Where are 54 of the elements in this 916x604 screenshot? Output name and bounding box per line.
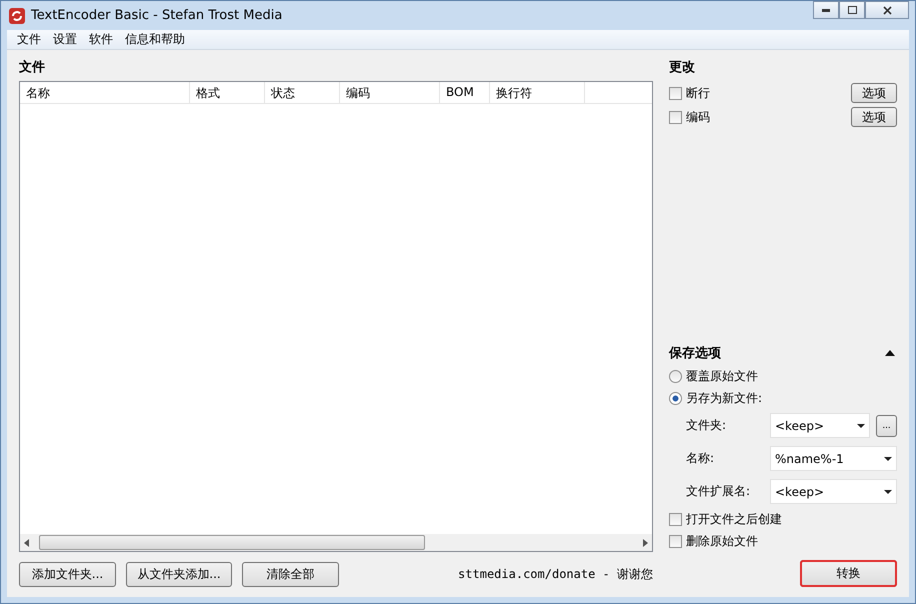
column-header[interactable]: 编码 [340, 82, 440, 103]
checkbox-label: 编码 [686, 108, 710, 126]
section-heading: 更改 [669, 59, 696, 76]
dropdown-caret-icon [884, 456, 892, 460]
action-button[interactable]: 清除全部 [242, 562, 339, 587]
menu-item[interactable]: 信息和帮助 [119, 31, 191, 48]
browse-button[interactable]: ... [876, 414, 897, 436]
checkbox[interactable] [669, 512, 682, 526]
minimize-icon [822, 8, 830, 12]
collapse-arrow-icon[interactable] [885, 350, 895, 356]
dropdown-field[interactable]: %name%-1 [770, 446, 897, 471]
section-heading: 保存选项 [669, 345, 721, 362]
field-label: 名称: [686, 450, 716, 467]
close-button[interactable] [865, 1, 909, 19]
convert-button[interactable]: 转换 [800, 560, 897, 587]
window-title: TextEncoder Basic - Stefan Trost Media [31, 8, 284, 23]
horizontal-scrollbar[interactable] [20, 534, 652, 551]
column-header[interactable]: BOM [440, 82, 490, 103]
column-header[interactable]: 换行符 [490, 82, 585, 103]
options-button[interactable]: 选项 [851, 107, 897, 127]
checkbox-label: 打开文件之后创建 [686, 510, 782, 528]
column-header[interactable]: 名称 [20, 82, 190, 103]
minimize-button[interactable] [813, 1, 839, 19]
checkbox-label: 断行 [686, 84, 710, 102]
checkbox[interactable] [669, 110, 682, 124]
action-button[interactable]: 从文件夹添加... [126, 562, 232, 587]
dropdown-caret-icon [884, 490, 892, 494]
donate-text: sttmedia.com/donate - 谢谢您 [458, 566, 653, 583]
radio-button[interactable] [669, 392, 682, 404]
section-heading: 文件 [19, 58, 46, 76]
maximize-icon [848, 6, 856, 14]
menu-item[interactable]: 文件 [11, 31, 47, 48]
field-label: 文件扩展名: [686, 483, 752, 500]
maximize-button[interactable] [839, 1, 865, 19]
radio-label: 覆盖原始文件 [686, 368, 758, 384]
scroll-right-icon[interactable] [643, 538, 648, 546]
app-logo-icon [9, 8, 25, 24]
field-label: 文件夹: [686, 417, 728, 434]
column-header[interactable]: 状态 [265, 82, 340, 103]
column-header[interactable]: 格式 [190, 82, 265, 103]
dropdown-caret-icon [857, 424, 865, 428]
action-button[interactable]: 添加文件夹... [19, 562, 116, 587]
dropdown-field[interactable]: <keep> [770, 479, 897, 504]
checkbox[interactable] [669, 534, 682, 548]
dropdown-field[interactable]: <keep> [770, 413, 870, 438]
options-button[interactable]: 选项 [851, 83, 897, 103]
close-icon [882, 6, 892, 14]
radio-button[interactable] [669, 370, 682, 382]
radio-label: 另存为新文件: [686, 390, 762, 406]
scroll-left-icon[interactable] [24, 538, 29, 546]
menu-item[interactable]: 设置 [47, 31, 83, 48]
checkbox[interactable] [669, 86, 682, 100]
menu-item[interactable]: 软件 [83, 31, 119, 48]
checkbox-label: 删除原始文件 [686, 532, 758, 550]
